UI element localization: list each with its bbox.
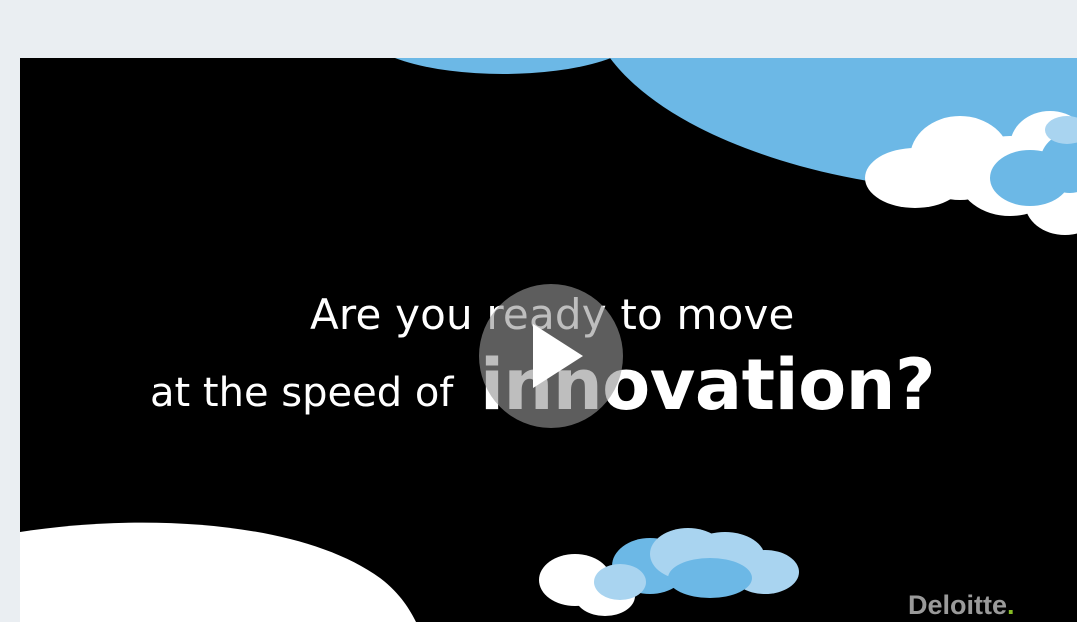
logo-dot: . xyxy=(1007,590,1015,620)
bottom-center-clouds xyxy=(539,528,799,616)
play-button[interactable] xyxy=(479,284,623,428)
deloitte-logo: Deloitte. xyxy=(908,590,1015,621)
bottom-left-hill xyxy=(20,522,416,622)
logo-text: Deloitte xyxy=(908,590,1008,620)
page: Are you ready to move at the speed of in… xyxy=(0,0,1077,622)
video-player[interactable]: Are you ready to move at the speed of in… xyxy=(20,58,1077,622)
top-blue-blob xyxy=(395,58,611,74)
play-icon xyxy=(533,324,583,388)
